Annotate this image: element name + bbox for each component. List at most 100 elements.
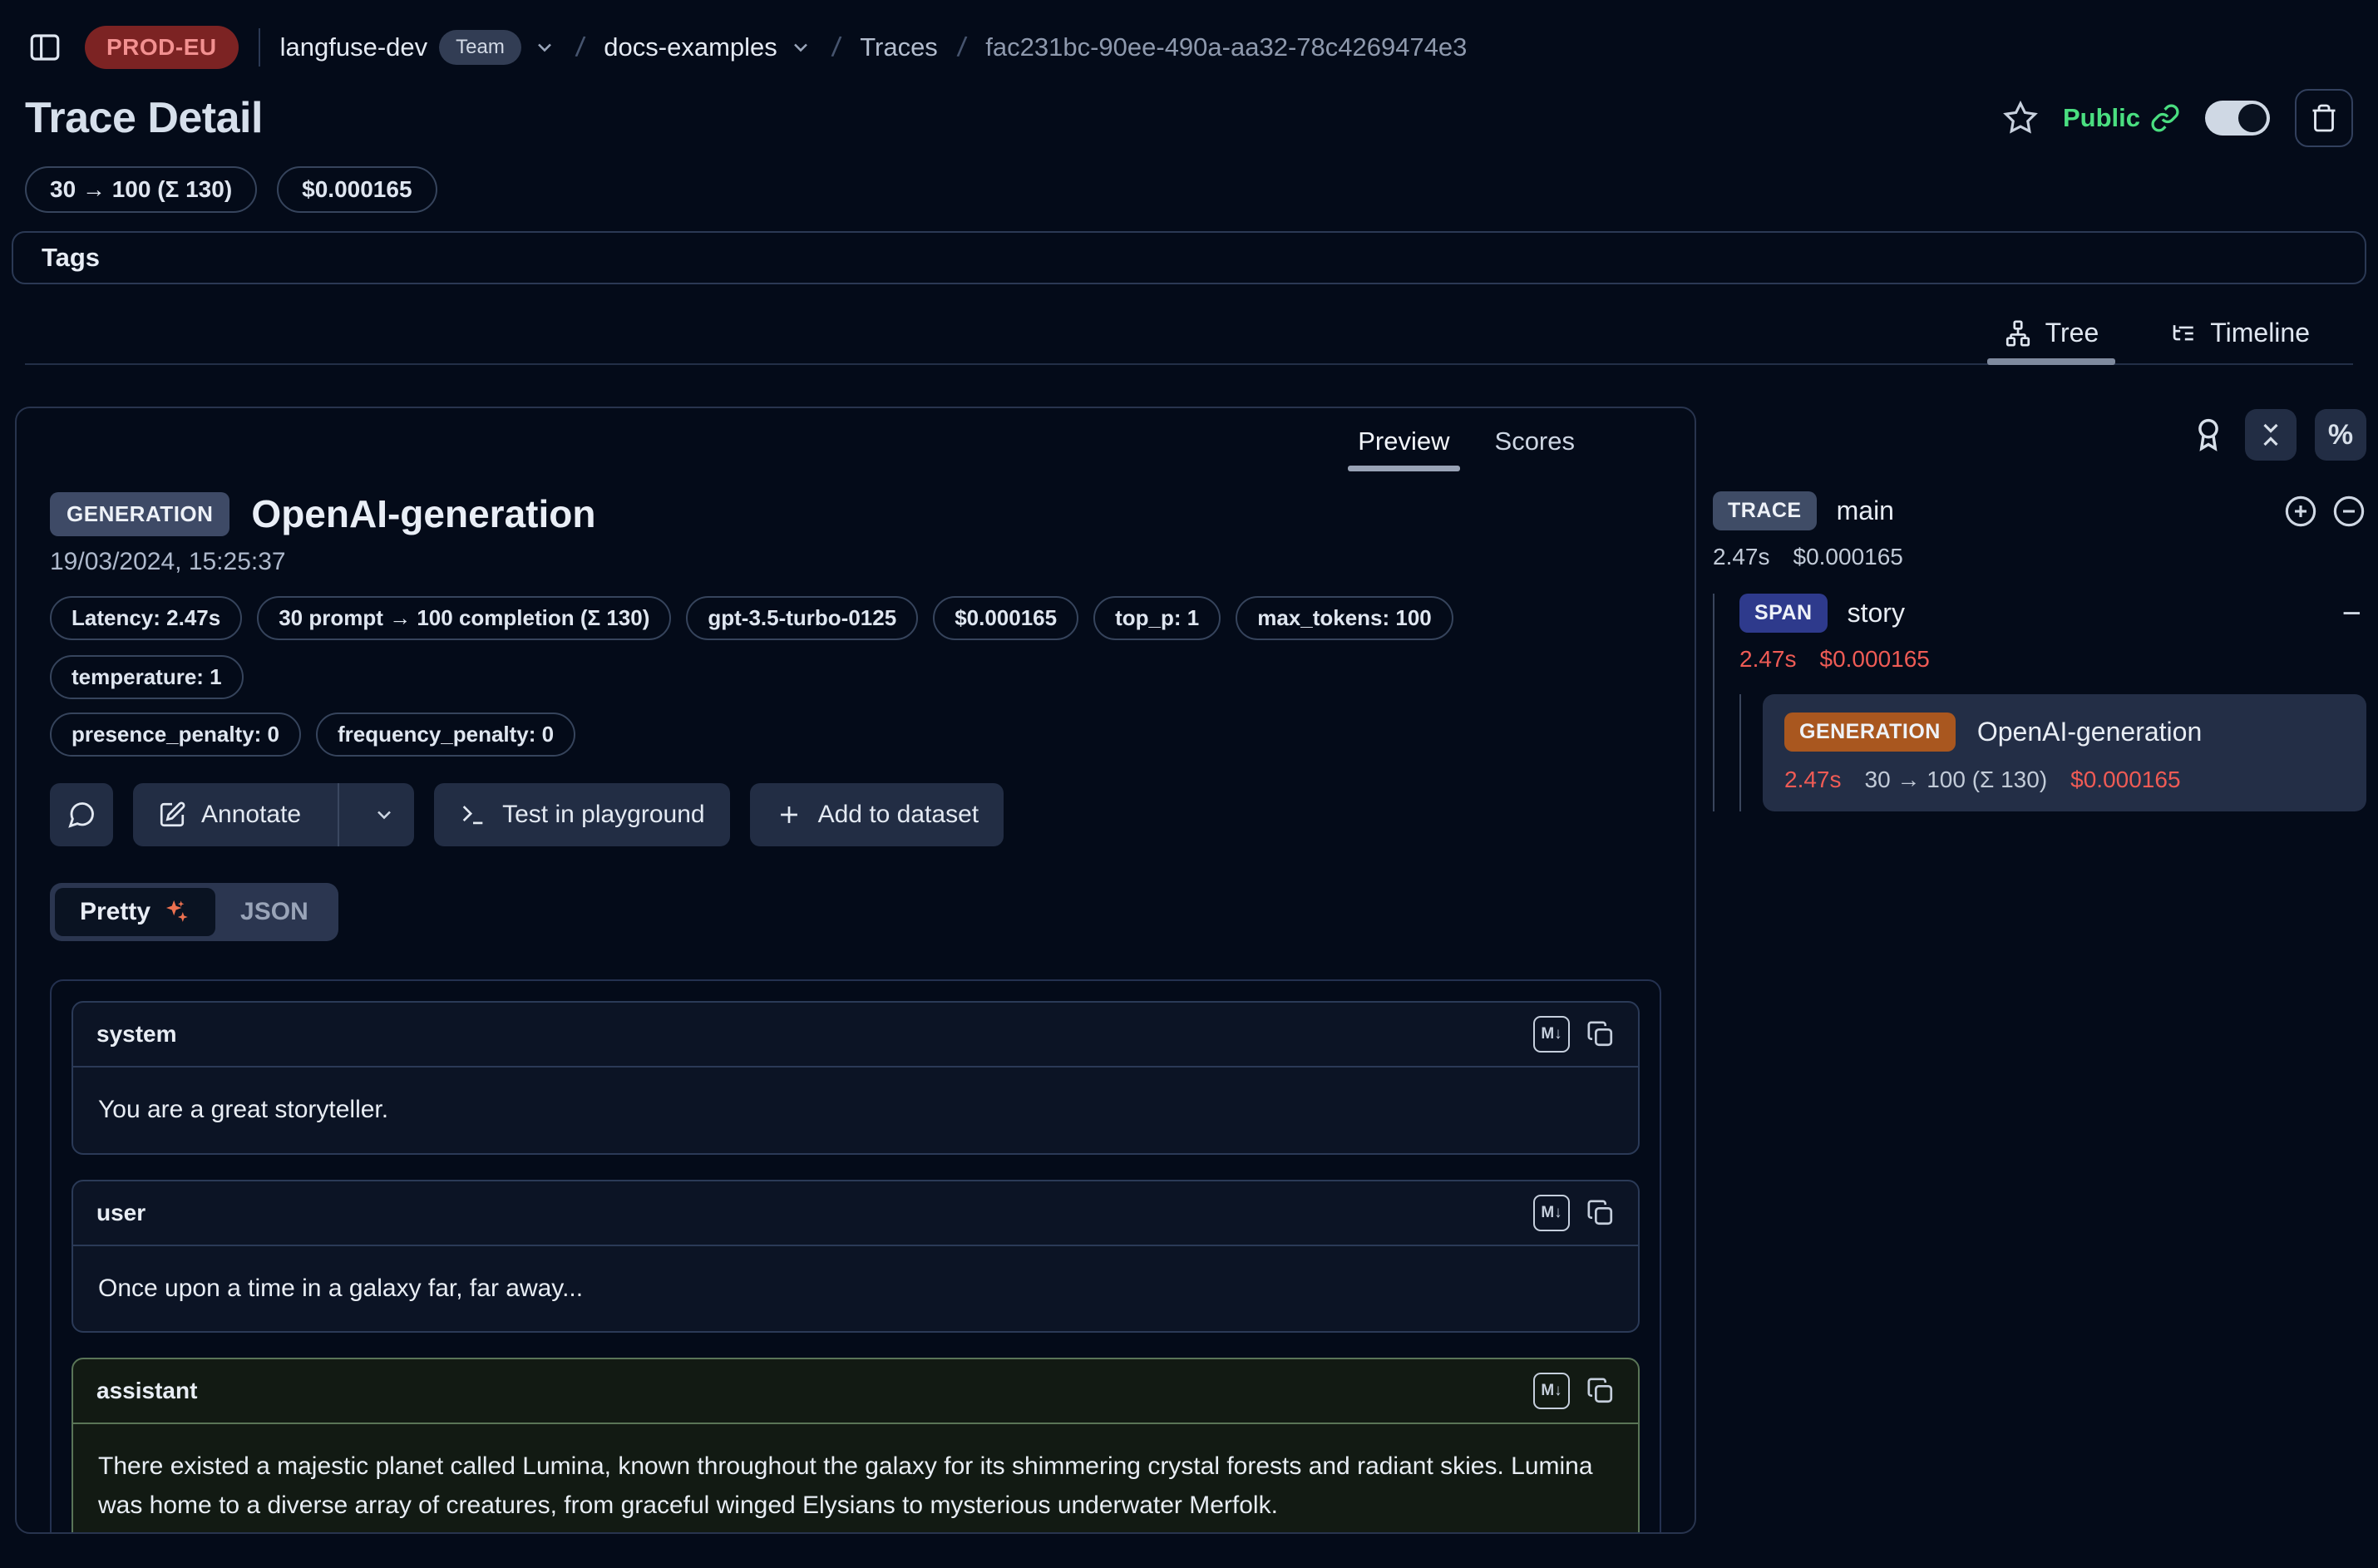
span-name: story [1848, 598, 1905, 629]
message-header: system M↓ [73, 1003, 1638, 1068]
token-badge: 30 prompt → 100 completion (Σ 130) [257, 596, 671, 640]
message-header: user M↓ [73, 1181, 1638, 1246]
tree-node-trace[interactable]: TRACE main [1713, 491, 2366, 530]
frequency-penalty-badge: frequency_penalty: 0 [316, 713, 575, 757]
view-tabs: Tree Timeline [25, 313, 2353, 365]
message-actions: M↓ [1533, 1016, 1615, 1053]
panel-left-icon [27, 30, 62, 65]
generation-name: OpenAI-generation [1977, 717, 2202, 747]
chevrons-collapse-icon [2256, 420, 2286, 450]
org-tag-badge: Team [439, 30, 521, 65]
title-row: Trace Detail Public [25, 81, 2353, 155]
markdown-toggle-icon[interactable]: M↓ [1533, 1373, 1570, 1409]
message-paragraph: There existed a majestic planet called L… [98, 1447, 1613, 1525]
tab-preview[interactable]: Preview [1338, 418, 1469, 473]
terminal-icon [459, 801, 487, 829]
message-header: assistant M↓ [73, 1359, 1638, 1424]
breadcrumb-separator: / [955, 31, 968, 64]
delete-trace-button[interactable] [2295, 89, 2353, 147]
markdown-toggle-icon[interactable]: M↓ [1533, 1195, 1570, 1231]
public-label: Public [2063, 103, 2140, 133]
message-role: system [96, 1021, 177, 1048]
playground-label: Test in playground [502, 801, 705, 829]
comment-icon [67, 800, 96, 830]
percent-metrics-button[interactable]: % [2315, 409, 2366, 461]
playground-button[interactable]: Test in playground [434, 783, 730, 846]
span-children: GENERATION OpenAI-generation 2.47s 30 → … [1739, 694, 2366, 811]
observation-content: GENERATION OpenAI-generation 19/03/2024,… [17, 473, 1695, 1534]
tags-section[interactable]: Tags [12, 231, 2366, 284]
observation-actions: Annotate Test in playground [50, 783, 1661, 846]
list-tree-icon [2168, 319, 2197, 348]
span-cost: $0.000165 [1820, 646, 1930, 673]
public-share-link[interactable]: Public [2063, 103, 2180, 133]
main-content: Preview Scores GENERATION OpenAI-generat… [0, 407, 2378, 1534]
bookmark-star-button[interactable] [2003, 101, 2038, 136]
tags-label: Tags [42, 243, 100, 273]
sparkles-icon [162, 898, 190, 926]
message-user: user M↓ Once upon a time in a galaxy far… [72, 1180, 1640, 1334]
token-usage-badge: 30 → 100 (Σ 130) [25, 166, 257, 213]
copy-icon[interactable] [1586, 1377, 1615, 1405]
message-paragraph: Once upon a time in a galaxy far, far aw… [98, 1270, 1613, 1309]
observation-type-badge: GENERATION [50, 492, 229, 536]
tab-tree[interactable]: Tree [1987, 313, 2116, 363]
format-toggle: Pretty JSON [50, 883, 338, 941]
breadcrumb-separator: / [830, 31, 842, 64]
plus-icon [775, 801, 803, 829]
circle-plus-icon[interactable] [2283, 494, 2318, 529]
add-to-dataset-button[interactable]: Add to dataset [750, 783, 1004, 846]
trash-icon [2309, 103, 2339, 133]
copy-icon[interactable] [1586, 1020, 1615, 1048]
message-paragraph: You are a great storyteller. [98, 1091, 1613, 1130]
circle-minus-icon[interactable] [2331, 494, 2366, 529]
comment-button[interactable] [50, 783, 113, 846]
markdown-toggle-icon[interactable]: M↓ [1533, 1016, 1570, 1053]
collapse-all-button[interactable] [2245, 409, 2297, 461]
trace-tree-panel: % TRACE main 2.47s $0.000165 SPAN story … [1713, 407, 2378, 811]
generation-row: GENERATION OpenAI-generation [1784, 713, 2345, 752]
button-divider [338, 783, 339, 846]
chevron-down-icon [372, 803, 396, 826]
breadcrumb-trace-id: fac231bc-90ee-490a-aa32-78c4269474e3 [985, 32, 1467, 62]
collapse-span-button[interactable]: − [2342, 597, 2361, 630]
tab-scores[interactable]: Scores [1475, 418, 1595, 473]
dataset-label: Add to dataset [818, 801, 979, 829]
message-body: You are a great storyteller. [73, 1068, 1638, 1153]
breadcrumb-project[interactable]: docs-examples [604, 32, 812, 62]
span-latency: 2.47s [1739, 646, 1797, 673]
award-icon[interactable] [2190, 417, 2227, 453]
chevron-down-icon [789, 36, 812, 59]
annotate-dropdown-button[interactable] [354, 783, 414, 846]
generation-tokens: 30 → 100 (Σ 130) [1865, 767, 2048, 793]
observation-timestamp: 19/03/2024, 15:25:37 [50, 548, 1661, 576]
format-pretty-button[interactable]: Pretty [55, 888, 215, 936]
tree-node-span[interactable]: SPAN story − [1739, 594, 2366, 633]
chevron-down-icon [533, 36, 556, 59]
annotate-button[interactable]: Annotate [133, 783, 323, 846]
trace-metrics: 2.47s $0.000165 [1713, 544, 2366, 570]
format-json-button[interactable]: JSON [215, 888, 333, 936]
sidebar-toggle-button[interactable] [25, 27, 65, 67]
copy-icon[interactable] [1586, 1199, 1615, 1227]
org-name: langfuse-dev [280, 32, 428, 62]
edit-pen-icon [158, 801, 186, 829]
tab-timeline[interactable]: Timeline [2152, 313, 2326, 363]
message-assistant: assistant M↓ There existed a majestic pl… [72, 1358, 1640, 1534]
public-toggle[interactable] [2205, 101, 2270, 136]
annotate-label: Annotate [201, 801, 301, 829]
trace-summary-badges: 30 → 100 (Σ 130) $0.000165 [25, 166, 2353, 213]
environment-badge: PROD-EU [85, 26, 239, 69]
page-title: Trace Detail [25, 93, 263, 143]
breadcrumb-traces-link[interactable]: Traces [860, 32, 938, 62]
top-p-badge: top_p: 1 [1093, 596, 1221, 640]
pretty-label: Pretty [80, 898, 150, 926]
cost-badge: $0.000165 [277, 166, 437, 213]
toggle-knob [2238, 104, 2267, 132]
link-icon [2150, 103, 2180, 133]
tab-tree-label: Tree [2045, 318, 2099, 348]
tree-node-generation-selected[interactable]: GENERATION OpenAI-generation 2.47s 30 → … [1763, 694, 2366, 811]
breadcrumb-org[interactable]: langfuse-dev Team [280, 30, 556, 65]
temperature-badge: temperature: 1 [50, 655, 244, 699]
page-header: PROD-EU langfuse-dev Team / docs-example… [0, 0, 2378, 365]
